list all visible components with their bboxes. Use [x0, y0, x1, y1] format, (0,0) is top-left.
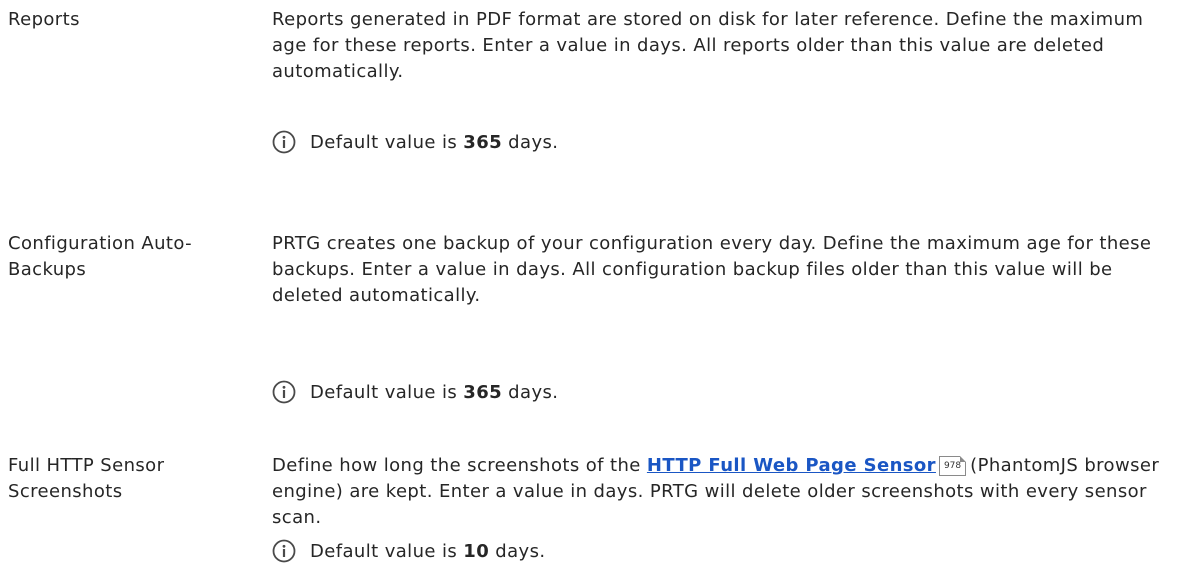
note-suffix: days. — [502, 131, 559, 153]
info-icon — [272, 380, 296, 404]
http-full-web-page-sensor-link[interactable]: HTTP Full Web Page Sensor — [647, 455, 936, 476]
setting-description: PRTG creates one backup of your configur… — [272, 233, 1152, 306]
note-prefix: Default value is — [310, 131, 464, 153]
info-icon — [272, 130, 296, 154]
setting-label: Full HTTP Sensor Screenshots — [8, 455, 165, 502]
note-value: 10 — [463, 540, 490, 562]
setting-description: Reports generated in PDF format are stor… — [272, 9, 1144, 82]
note-suffix: days. — [489, 540, 546, 562]
setting-label: Configuration Auto-Backups — [8, 233, 193, 280]
default-value-note: Default value is 365 days. — [272, 377, 558, 407]
note-prefix: Default value is — [310, 540, 464, 562]
default-value-note: Default value is 10 days. — [272, 536, 545, 566]
setting-description: Define how long the screenshots of the H… — [272, 453, 1172, 531]
page-reference[interactable]: 978 — [938, 456, 967, 476]
default-value-note: Default value is 365 days. — [272, 127, 558, 157]
info-icon — [272, 539, 296, 563]
note-suffix: days. — [502, 381, 559, 403]
note-prefix: Default value is — [310, 381, 464, 403]
setting-label: Reports — [8, 9, 80, 30]
note-value: 365 — [463, 381, 503, 403]
description-text: Define how long the screenshots of the — [272, 455, 647, 476]
note-value: 365 — [463, 131, 503, 153]
